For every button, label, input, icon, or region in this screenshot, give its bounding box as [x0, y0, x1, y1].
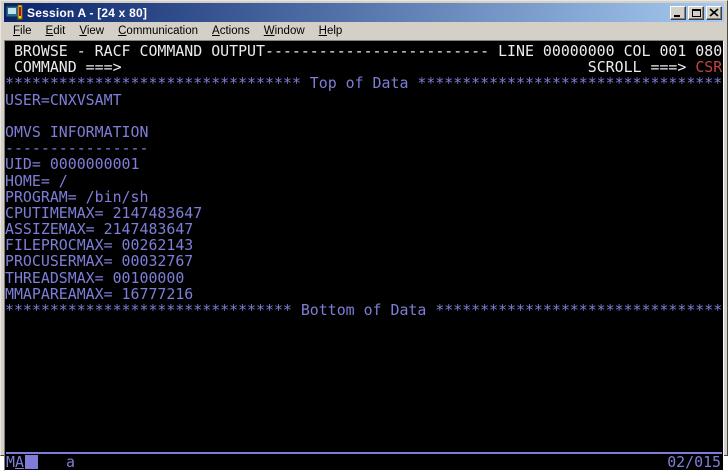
terminal-screen[interactable]: BROWSE - RACF COMMAND OUTPUT------------… [5, 41, 723, 452]
terminal-frame: BROWSE - RACF COMMAND OUTPUT------------… [4, 40, 724, 471]
terminal-row: BROWSE - RACF COMMAND OUTPUT------------… [5, 43, 723, 59]
terminal-row: OMVS INFORMATION [5, 124, 723, 140]
window-title: Session A - [24 x 80] [27, 6, 666, 20]
terminal-row: MMAPAREAMAX= 16777216 [5, 286, 723, 302]
close-button[interactable] [706, 6, 722, 20]
terminal-row: PROCUSERMAX= 00032767 [5, 253, 723, 269]
menu-item-edit[interactable]: Edit [39, 23, 73, 40]
minimize-button[interactable] [670, 6, 686, 20]
terminal-row: UID= 0000000001 [5, 156, 723, 172]
menu-item-file[interactable]: File [6, 23, 39, 40]
terminal-row: FILEPROCMAX= 00262143 [5, 237, 723, 253]
terminal-row [5, 108, 723, 124]
terminal-row [5, 351, 723, 367]
maximize-icon [692, 9, 701, 17]
terminal-row: PROGRAM= /bin/sh [5, 189, 723, 205]
terminal-row [5, 399, 723, 415]
menu-item-help[interactable]: Help [312, 23, 350, 40]
maximize-button[interactable] [688, 6, 704, 20]
titlebar[interactable]: Session A - [24 x 80] [4, 3, 724, 22]
terminal-row: ********************************* Top of… [5, 75, 723, 91]
oia-left: MA a [6, 453, 75, 471]
app-icon [6, 5, 23, 20]
menubar: FileEditViewCommunicationActionsWindowHe… [4, 22, 724, 40]
terminal-row: HOME= / [5, 173, 723, 189]
terminal-row: ASSIZEMAX= 2147483647 [5, 221, 723, 237]
close-icon [709, 8, 719, 17]
minimize-icon [674, 15, 680, 17]
menu-item-window[interactable]: Window [257, 23, 312, 40]
oia-typeahead: a [66, 453, 75, 471]
oia-block-icon [25, 455, 38, 469]
terminal-row: ---------------- [5, 140, 723, 156]
menu-item-actions[interactable]: Actions [205, 23, 257, 40]
window-controls [670, 6, 722, 20]
terminal-row [5, 318, 723, 334]
terminal-row [5, 383, 723, 399]
terminal-row: THREADSMAX= 00100000 [5, 270, 723, 286]
terminal-row: ******************************** Bottom … [5, 302, 723, 318]
terminal-row: USER=CNXVSAMT [5, 92, 723, 108]
menu-item-view[interactable]: View [72, 23, 111, 40]
cursor-position: 02/015 [667, 453, 721, 471]
terminal-row [5, 415, 723, 431]
session-window: Session A - [24 x 80] FileEditViewCommun… [0, 0, 728, 456]
oia-status-indicator: MA [6, 453, 24, 471]
terminal-row [5, 334, 723, 350]
terminal-row: CPUTIMEMAX= 2147483647 [5, 205, 723, 221]
terminal-row: COMMAND ===> _ SCROLL ===> CSR [5, 59, 723, 75]
menu-item-communication[interactable]: Communication [111, 23, 205, 40]
terminal-row [5, 367, 723, 383]
oia-status-bar: MA a 02/015 [5, 454, 723, 470]
